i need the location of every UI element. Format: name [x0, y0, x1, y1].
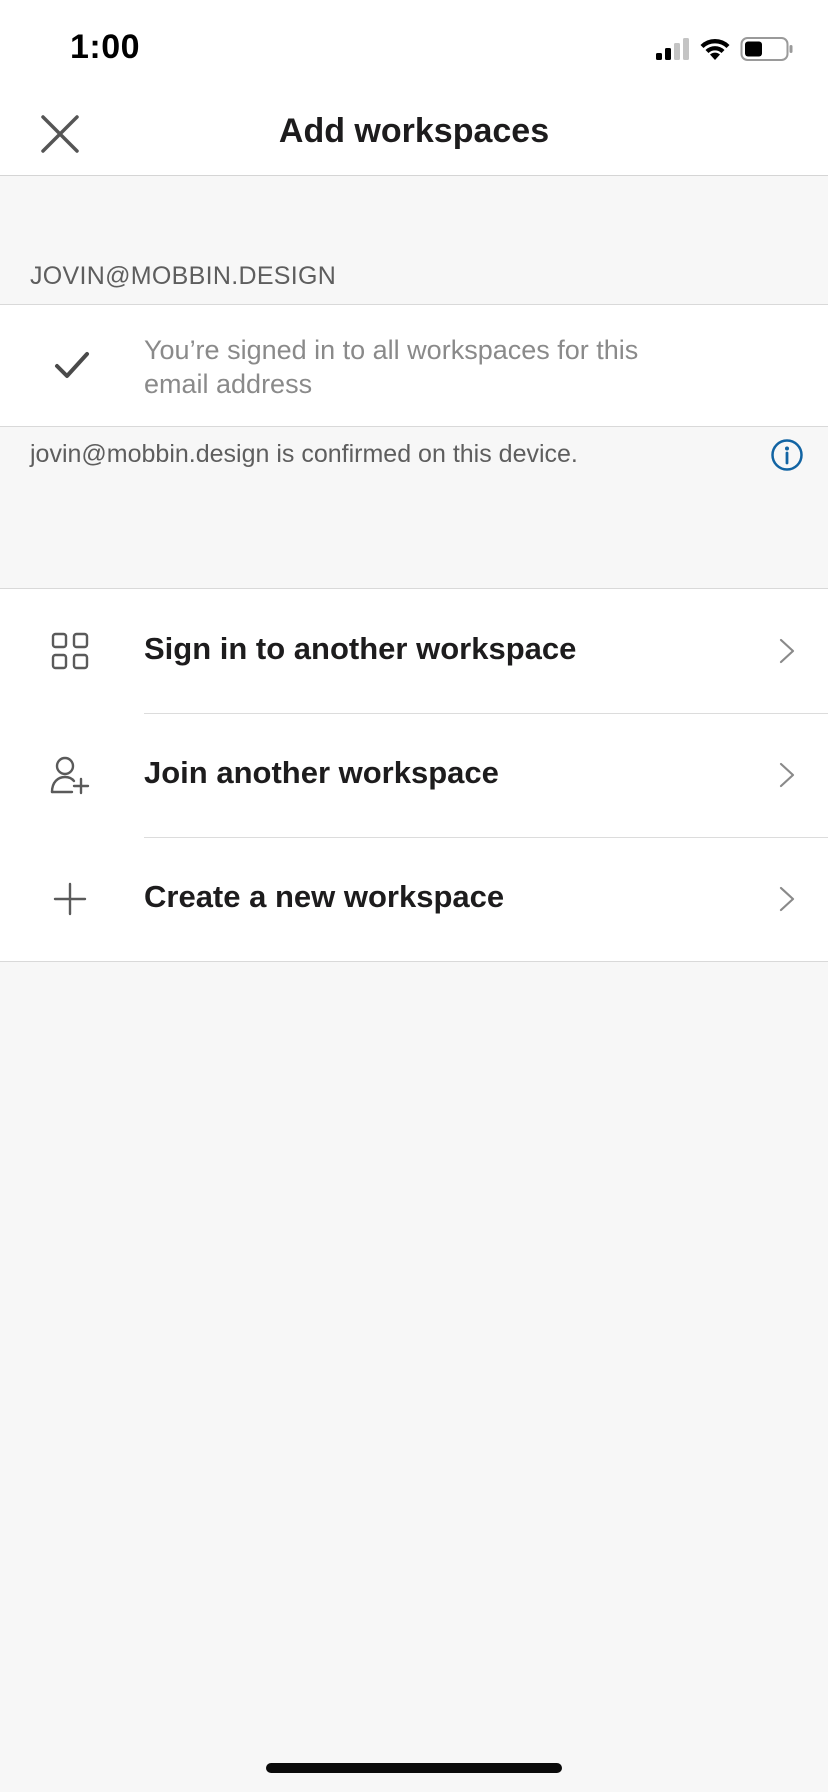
nav-bar: Add workspaces	[0, 96, 828, 176]
cellular-signal-icon	[656, 38, 689, 60]
status-bar: 1:00	[0, 0, 828, 96]
info-icon[interactable]	[770, 438, 804, 472]
join-workspace-item[interactable]: Join another workspace	[0, 713, 828, 837]
status-icons	[654, 34, 794, 64]
join-workspace-label: Join another workspace	[144, 755, 499, 790]
status-time: 1:00	[70, 28, 141, 66]
sign-in-workspace-label: Sign in to another workspace	[144, 631, 577, 666]
create-workspace-item[interactable]: Create a new workspace	[0, 837, 828, 961]
chevron-right-icon	[779, 762, 795, 788]
signed-in-card: You’re signed in to all workspaces for t…	[0, 304, 828, 427]
page-title: Add workspaces	[278, 112, 550, 150]
plus-icon	[53, 882, 87, 916]
check-icon	[55, 352, 89, 378]
confirmed-message: jovin@mobbin.design is confirmed on this…	[30, 440, 578, 468]
account-email-header: JOVIN@MOBBIN.DESIGN	[30, 262, 337, 290]
battery-icon	[740, 37, 793, 61]
chevron-right-icon	[779, 638, 795, 664]
grid-icon	[51, 632, 89, 670]
sign-in-workspace-item[interactable]: Sign in to another workspace	[0, 589, 828, 713]
chevron-right-icon	[779, 886, 795, 912]
signed-in-message: You’re signed in to all workspaces for t…	[144, 335, 639, 399]
home-indicator	[266, 1763, 562, 1773]
add-person-icon	[50, 756, 90, 795]
create-workspace-label: Create a new workspace	[144, 879, 505, 914]
wifi-icon	[700, 38, 730, 60]
workspace-actions-list: Sign in to another workspace Join anothe…	[0, 588, 828, 962]
